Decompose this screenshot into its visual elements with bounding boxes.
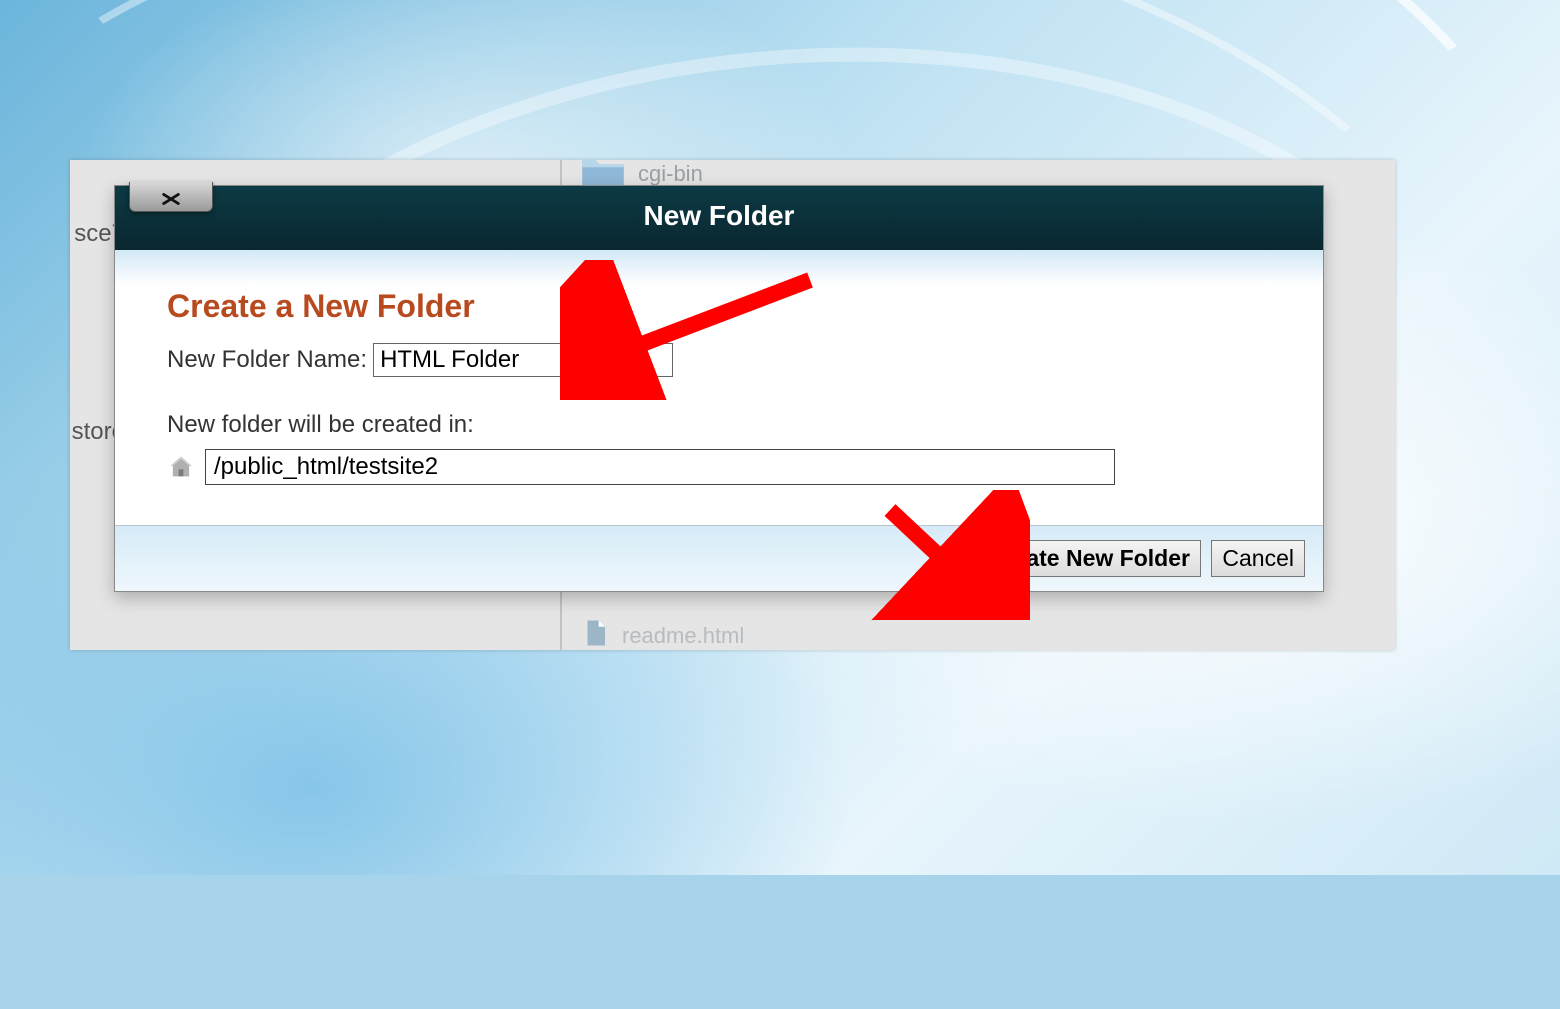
- dialog-heading: Create a New Folder: [167, 288, 1271, 325]
- bg-file-row: readme.html: [580, 618, 744, 650]
- dialog-body: Create a New Folder New Folder Name: New…: [115, 250, 1323, 525]
- close-icon: [160, 181, 182, 213]
- dialog-footer: Create New Folder Cancel: [115, 525, 1323, 591]
- cancel-button[interactable]: Cancel: [1211, 540, 1305, 577]
- create-new-folder-button[interactable]: Create New Folder: [977, 540, 1201, 577]
- bg-folder-label: cgi-bin: [638, 161, 703, 187]
- folder-name-row: New Folder Name:: [167, 343, 1271, 377]
- bg-file-label: readme.html: [622, 623, 744, 649]
- dialog-title: New Folder: [644, 200, 795, 231]
- location-label: New folder will be created in:: [167, 411, 1271, 439]
- folder-name-input[interactable]: [373, 343, 673, 377]
- home-icon: [167, 453, 195, 481]
- dialog-close-button[interactable]: [129, 182, 213, 212]
- new-folder-dialog: New Folder Create a New Folder New Folde…: [114, 185, 1324, 592]
- location-row: [167, 449, 1271, 485]
- folder-name-label: New Folder Name:: [167, 346, 367, 374]
- dialog-titlebar: New Folder: [115, 186, 1323, 250]
- location-input[interactable]: [205, 449, 1115, 485]
- file-icon: [580, 618, 610, 650]
